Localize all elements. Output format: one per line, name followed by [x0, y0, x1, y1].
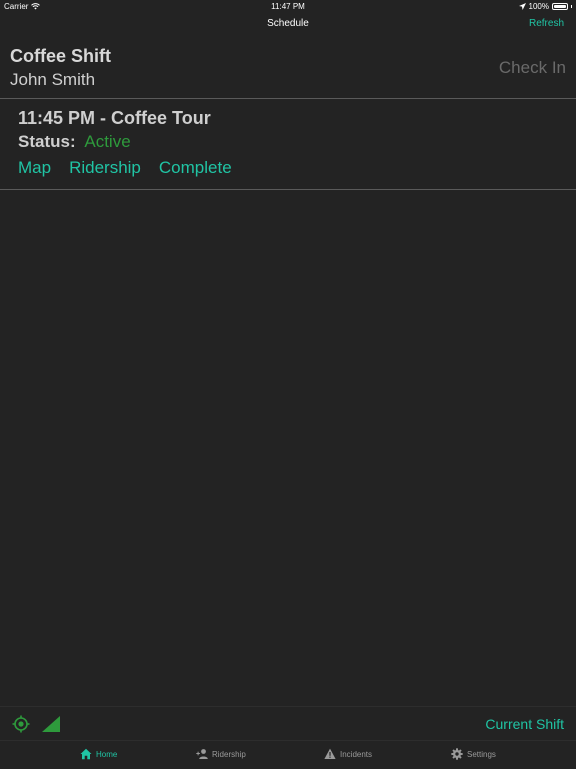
refresh-button[interactable]: Refresh: [529, 18, 564, 29]
signal-strength-icon: [42, 716, 60, 732]
shift-header: Coffee Shift John Smith Check In: [0, 40, 576, 98]
check-in-button[interactable]: Check In: [499, 58, 566, 78]
warning-icon: [324, 748, 336, 759]
trip-status-value: Active: [84, 132, 131, 151]
header-divider: [0, 98, 576, 99]
map-link[interactable]: Map: [18, 158, 51, 178]
trip-status-label: Status:: [18, 132, 76, 151]
tab-home-label: Home: [96, 749, 118, 759]
battery-percent: 100%: [528, 2, 549, 11]
tab-incidents[interactable]: Incidents: [324, 748, 372, 760]
trip-divider: [0, 189, 576, 190]
tab-incidents-label: Incidents: [340, 749, 373, 759]
bottom-status-strip: Current Shift: [0, 706, 576, 741]
tab-ridership-label: Ridership: [212, 749, 246, 759]
add-person-icon: [196, 749, 208, 759]
battery-tip: [571, 5, 572, 8]
navigation-bar: Schedule Refresh: [0, 14, 576, 36]
home-icon: [80, 748, 92, 760]
trip-list-item: 11:45 PM - Coffee Tour Status: Active Ma…: [0, 100, 576, 188]
trip-status: Status: Active: [18, 132, 131, 152]
status-right: 100%: [518, 2, 572, 11]
location-target-icon[interactable]: [12, 715, 30, 733]
trip-actions: Map Ridership Complete: [18, 158, 232, 178]
tab-bar: Home Ridership Incidents Settings: [0, 740, 576, 769]
shift-title: Coffee Shift: [10, 46, 111, 66]
trip-title: 11:45 PM - Coffee Tour: [18, 108, 211, 128]
tab-settings[interactable]: Settings: [451, 748, 496, 760]
location-arrow-icon: [518, 3, 526, 10]
ridership-link[interactable]: Ridership: [69, 158, 141, 178]
page-title: Schedule: [267, 18, 309, 29]
current-shift-button[interactable]: Current Shift: [485, 716, 564, 732]
tab-home[interactable]: Home: [80, 748, 117, 760]
battery-icon: [552, 3, 568, 10]
complete-link[interactable]: Complete: [159, 158, 232, 178]
shift-user-name: John Smith: [10, 70, 96, 89]
status-bar: Carrier 11:47 PM 100%: [0, 0, 576, 14]
tab-ridership[interactable]: Ridership: [196, 748, 246, 760]
gear-icon: [451, 748, 463, 760]
tab-settings-label: Settings: [467, 749, 496, 759]
clock: 11:47 PM: [271, 2, 305, 11]
